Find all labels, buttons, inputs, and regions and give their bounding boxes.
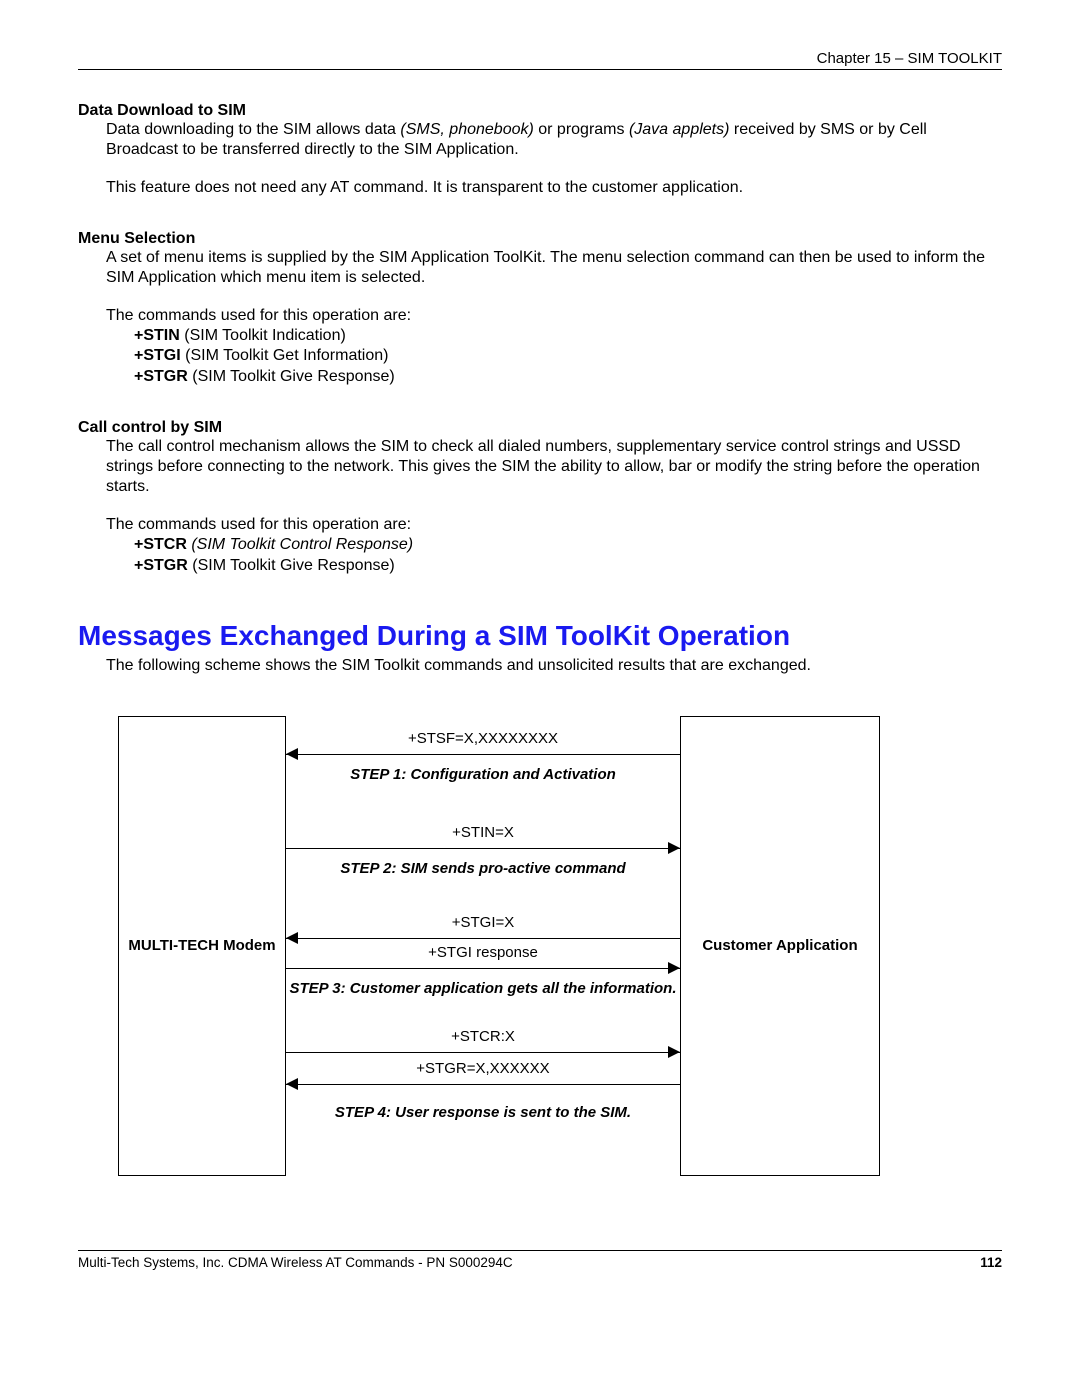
arrow-right-icon <box>668 1046 680 1058</box>
sec-menu-selection-p1: A set of menu items is supplied by the S… <box>106 248 1002 288</box>
arrow-right-icon <box>668 842 680 854</box>
diagram-box-modem: MULTI-TECH Modem <box>118 716 286 1176</box>
cmd-stgr2-desc: (SIM Toolkit Give Response) <box>188 557 395 574</box>
arrow-right-icon <box>668 962 680 974</box>
msg-stgr: +STGR=X,XXXXXX <box>286 1060 680 1077</box>
arrow-stsf <box>286 754 680 755</box>
cmd-stin: +STIN <box>134 327 180 344</box>
header-rule <box>78 69 1002 70</box>
step4-label: STEP 4: User response is sent to the SIM… <box>286 1104 680 1121</box>
msg-stgi-resp: +STGI response <box>286 944 680 961</box>
sec-data-download-p2: This feature does not need any AT comman… <box>106 178 1002 198</box>
sequence-diagram: MULTI-TECH Modem Customer Application +S… <box>118 716 898 1196</box>
cmd-stgi-desc: (SIM Toolkit Get Information) <box>181 347 389 364</box>
text: Data downloading to the SIM allows data <box>106 121 400 138</box>
arrow-stgi <box>286 938 680 939</box>
arrow-stin <box>286 848 680 849</box>
text-italic: (Java applets) <box>629 121 730 138</box>
msg-stgi: +STGI=X <box>286 914 680 931</box>
arrow-stgi-resp <box>286 968 680 969</box>
arrow-left-icon <box>286 748 298 760</box>
step1-label: STEP 1: Configuration and Activation <box>286 766 680 783</box>
h2-subtext: The following scheme shows the SIM Toolk… <box>106 656 1002 676</box>
cmd-stin-desc: (SIM Toolkit Indication) <box>180 327 346 344</box>
diagram-box-customer: Customer Application <box>680 716 880 1176</box>
text: or programs <box>534 121 629 138</box>
cmd-stgr: +STGR <box>134 368 188 385</box>
sec-data-download-p1: Data downloading to the SIM allows data … <box>106 120 1002 160</box>
arrow-left-icon <box>286 932 298 944</box>
msg-stin: +STIN=X <box>286 824 680 841</box>
arrow-stcr <box>286 1052 680 1053</box>
text-italic: (SMS, phonebook) <box>400 121 533 138</box>
arrow-left-icon <box>286 1078 298 1090</box>
msg-stcr: +STCR:X <box>286 1028 680 1045</box>
sec-call-control-p2: The commands used for this operation are… <box>106 515 1002 535</box>
chapter-label: Chapter 15 – SIM TOOLKIT <box>78 48 1002 69</box>
sec-data-download-title: Data Download to SIM <box>78 102 1002 120</box>
sec-call-control-p1: The call control mechanism allows the SI… <box>106 437 1002 497</box>
footer: Multi-Tech Systems, Inc. CDMA Wireless A… <box>78 1250 1002 1270</box>
step3-label: STEP 3: Customer application gets all th… <box>286 980 680 997</box>
msg-stsf: +STSF=X,XXXXXXXX <box>286 730 680 747</box>
cmd-stgi: +STGI <box>134 347 181 364</box>
sec-call-control-title: Call control by SIM <box>78 419 1002 437</box>
step2-label: STEP 2: SIM sends pro-active command <box>286 860 680 877</box>
cmd-stcr: +STCR <box>134 536 187 553</box>
sec-menu-selection-p2: The commands used for this operation are… <box>106 306 1002 326</box>
arrow-stgr <box>286 1084 680 1085</box>
footer-page: 112 <box>980 1255 1002 1270</box>
footer-left: Multi-Tech Systems, Inc. CDMA Wireless A… <box>78 1255 513 1270</box>
h2-messages-exchanged: Messages Exchanged During a SIM ToolKit … <box>78 620 1002 652</box>
cmd-stcr-desc: (SIM Toolkit Control Response) <box>187 536 413 553</box>
cmd-stgr2: +STGR <box>134 557 188 574</box>
sec-menu-selection-title: Menu Selection <box>78 230 1002 248</box>
cmd-stgr-desc: (SIM Toolkit Give Response) <box>188 368 395 385</box>
